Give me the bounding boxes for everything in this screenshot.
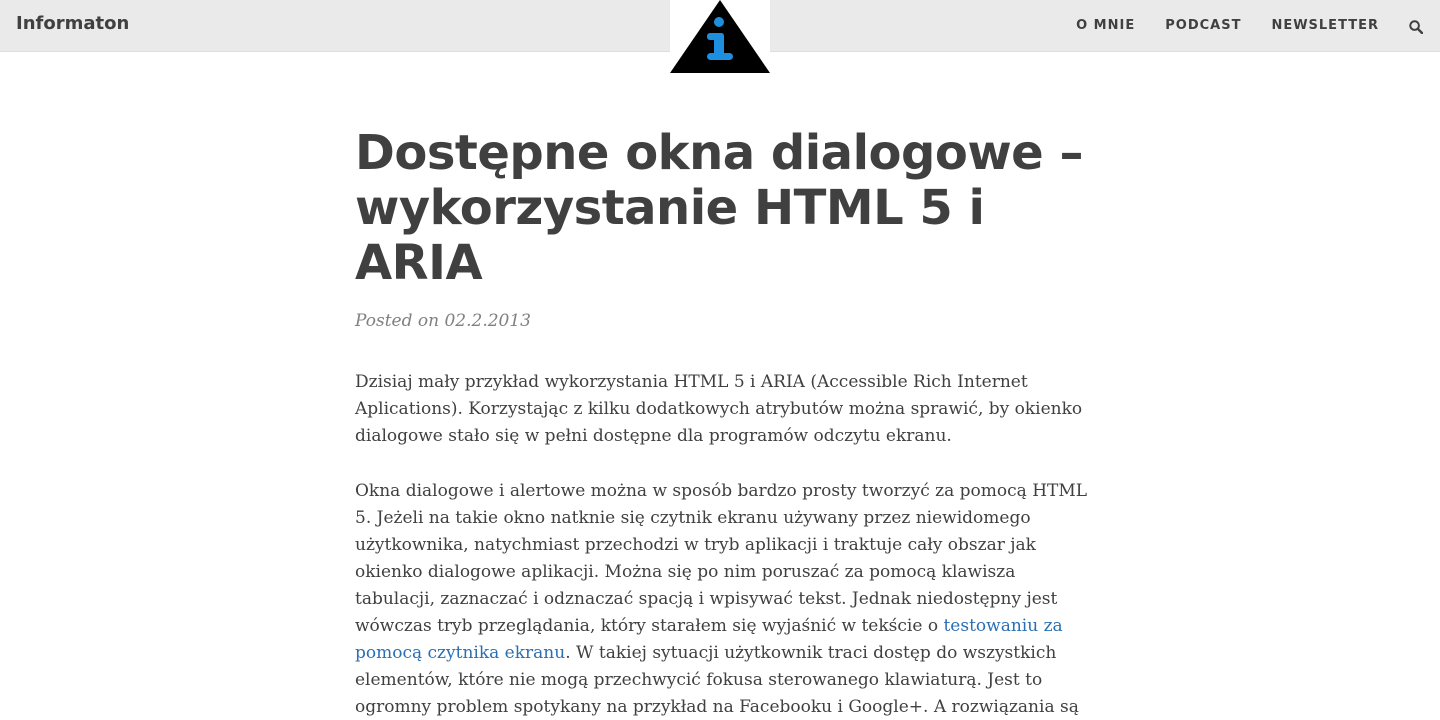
post-title: Dostępne okna dialogowe – wykorzystanie …: [355, 125, 1083, 291]
info-triangle-logo-icon: [670, 0, 770, 73]
search-icon[interactable]: [1409, 19, 1424, 34]
paragraph-text: Okna dialogowe i alertowe można w sposób…: [355, 481, 1088, 636]
nav-link-podcast[interactable]: PODCAST: [1165, 18, 1241, 33]
site-logo[interactable]: [670, 0, 770, 75]
paragraph: Okna dialogowe i alertowe można w sposób…: [355, 478, 1090, 720]
post-body: Dzisiaj mały przykład wykorzystania HTML…: [355, 369, 1090, 720]
paragraph: Dzisiaj mały przykład wykorzystania HTML…: [355, 372, 1083, 446]
nav-menu: O MNIE PODCAST NEWSLETTER: [1076, 0, 1440, 51]
nav-link-newsletter[interactable]: NEWSLETTER: [1271, 18, 1379, 33]
nav-link-o-mnie[interactable]: O MNIE: [1076, 18, 1135, 33]
blog-post: Dostępne okna dialogowe – wykorzystanie …: [355, 126, 1090, 720]
site-brand-link[interactable]: Informaton: [16, 13, 129, 34]
post-date: Posted on 02.2.2013: [355, 311, 531, 331]
